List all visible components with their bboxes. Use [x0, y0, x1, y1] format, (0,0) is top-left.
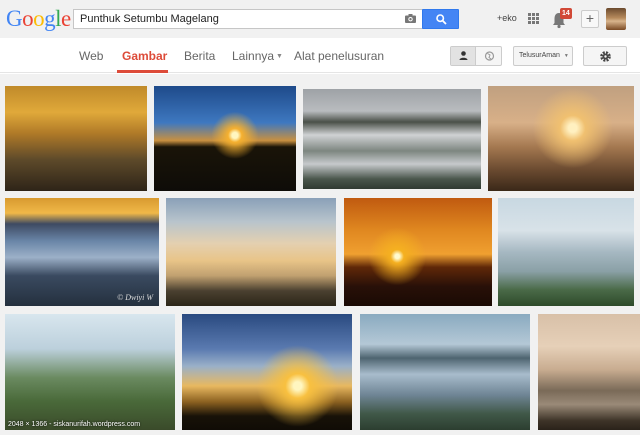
image-result[interactable] — [5, 86, 147, 191]
person-icon — [459, 51, 468, 60]
tab-lainnya-label: Lainnya — [232, 49, 275, 63]
avatar[interactable] — [606, 8, 626, 30]
search-input[interactable]: Punthuk Setumbu Magelang — [73, 9, 423, 29]
apps-grid-icon[interactable] — [528, 13, 540, 25]
image-result[interactable] — [498, 198, 634, 306]
user-profile-link[interactable]: +eko — [497, 13, 517, 23]
search-icon — [436, 14, 447, 25]
share-plus-button[interactable]: + — [581, 10, 599, 28]
image-result[interactable] — [360, 314, 530, 430]
image-result[interactable]: © Dwiyi W — [5, 198, 159, 306]
image-result[interactable] — [538, 314, 640, 430]
safesearch-dropdown[interactable]: TelusurAman ▼ — [513, 46, 573, 66]
tab-lainnya[interactable]: Lainnya ▼ — [232, 49, 283, 63]
chevron-down-icon: ▼ — [563, 53, 569, 59]
active-tab-indicator — [117, 70, 168, 73]
personal-results-button[interactable] — [451, 47, 476, 65]
image-result[interactable] — [154, 86, 296, 191]
tab-berita[interactable]: Berita — [184, 49, 215, 63]
image-size-caption: 2048 × 1366 - siskanurifah.wordpress.com — [8, 421, 141, 428]
image-result[interactable] — [182, 314, 352, 430]
chevron-down-icon: ▼ — [276, 53, 283, 61]
tab-alat-penelusuran[interactable]: Alat penelusuran — [294, 49, 384, 63]
image-result[interactable] — [344, 198, 492, 306]
image-result[interactable]: 2048 × 1366 - siskanurifah.wordpress.com — [5, 314, 175, 430]
image-result[interactable] — [488, 86, 634, 191]
top-bar: Google Punthuk Setumbu Magelang +eko 14 … — [0, 0, 640, 38]
image-result[interactable] — [303, 89, 481, 189]
notification-count-badge[interactable]: 14 — [560, 8, 572, 19]
safesearch-label: TelusurAman — [519, 52, 560, 59]
google-logo[interactable]: Google — [6, 6, 71, 32]
tab-gambar[interactable]: Gambar — [122, 49, 167, 63]
photo-watermark: © Dwiyi W — [117, 293, 153, 302]
personal-results-toggle — [450, 46, 502, 66]
search-button[interactable] — [422, 9, 459, 29]
gear-icon — [600, 51, 611, 62]
tab-web[interactable]: Web — [79, 49, 103, 63]
search-query-text: Punthuk Setumbu Magelang — [80, 13, 219, 25]
globe-icon — [484, 51, 495, 61]
settings-button[interactable] — [583, 46, 627, 66]
camera-icon[interactable] — [405, 14, 416, 23]
image-result[interactable] — [166, 198, 336, 306]
global-results-button[interactable] — [477, 47, 502, 65]
image-results-grid: © Dwiyi W 2048 × 1366 - siskanurifah.wor… — [0, 74, 640, 435]
